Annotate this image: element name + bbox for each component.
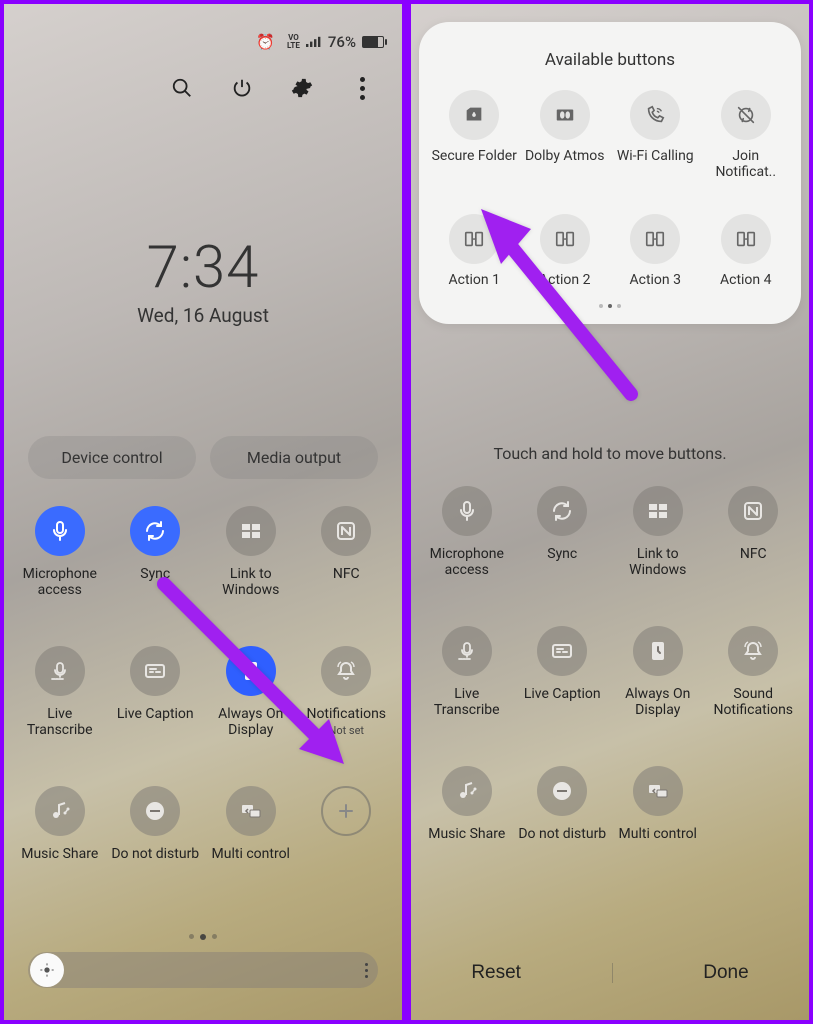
ptile-secure-folder[interactable]: Secure Folder (429, 90, 520, 180)
tile-always-on-display[interactable]: Always On Display (610, 626, 706, 736)
brightness-knob[interactable] (30, 953, 64, 987)
hint-text: Touch and hold to move buttons. (411, 444, 809, 463)
network-icon: VOLTE (287, 34, 300, 50)
tile-music-share[interactable]: Music Share (419, 766, 515, 876)
chip-device-control[interactable]: Device control (28, 436, 196, 479)
tile-always-on-display[interactable]: Always On Display (203, 646, 299, 756)
clock: 7:34 Wed, 16 August (4, 234, 402, 327)
tile-live-caption[interactable]: Live Caption (108, 646, 204, 756)
microphone-icon (442, 486, 492, 536)
power-icon[interactable] (230, 76, 254, 100)
windows-icon (633, 486, 683, 536)
ptile-join-notifications[interactable]: Join Notificat.. (701, 90, 792, 180)
panel-page-indicator (429, 304, 791, 308)
caption-icon (130, 646, 180, 696)
tile-nfc[interactable]: NFC (299, 506, 395, 616)
search-icon[interactable] (170, 76, 194, 100)
join-notif-icon (721, 90, 771, 140)
tile-microphone-access[interactable]: Microphone access (12, 506, 108, 616)
caption-icon (537, 626, 587, 676)
tile-do-not-disturb[interactable]: Do not disturb (515, 766, 611, 876)
phone-quick-settings: ⏰ VOLTE 76% 7:34 Wed, 16 August Device c… (4, 4, 402, 1020)
tile-live-caption[interactable]: Live Caption (515, 626, 611, 736)
chip-media-output[interactable]: Media output (210, 436, 378, 479)
bell-icon (728, 626, 778, 676)
bell-icon (321, 646, 371, 696)
ptile-action-1[interactable]: Action 1 (429, 214, 520, 288)
secure-folder-icon (449, 90, 499, 140)
ptile-action-3[interactable]: Action 3 (610, 214, 701, 288)
tile-link-to-windows[interactable]: Link to Windows (203, 506, 299, 616)
tile-microphone-access[interactable]: Microphone access (419, 486, 515, 596)
available-buttons-panel: Available buttons Secure Folder Dolby At… (419, 22, 801, 324)
tile-sound-notifications[interactable]: Sound Notifications (706, 626, 802, 736)
dolby-icon (540, 90, 590, 140)
ptile-dolby-atmos[interactable]: Dolby Atmos (520, 90, 611, 180)
music-share-icon (35, 786, 85, 836)
music-share-icon (442, 766, 492, 816)
tile-multi-control[interactable]: Multi control (203, 786, 299, 896)
transcribe-icon (35, 646, 85, 696)
transcribe-icon (442, 626, 492, 676)
tile-notifications[interactable]: Notifications Not set (299, 646, 395, 756)
aod-icon (633, 626, 683, 676)
ptile-action-2[interactable]: Action 2 (520, 214, 611, 288)
microphone-icon (35, 506, 85, 556)
aod-icon (226, 646, 276, 696)
nfc-icon (321, 506, 371, 556)
brightness-more-icon[interactable] (365, 963, 368, 978)
action-icon (721, 214, 771, 264)
clock-date: Wed, 16 August (4, 304, 402, 327)
clock-time: 7:34 (4, 234, 402, 302)
qs-grid: Microphone access Sync Link to Windows N… (4, 506, 402, 896)
battery-percent: 76% (328, 33, 356, 51)
tile-multi-control[interactable]: Multi control (610, 766, 706, 876)
multi-control-icon (633, 766, 683, 816)
action-icon (449, 214, 499, 264)
tile-do-not-disturb[interactable]: Do not disturb (108, 786, 204, 896)
tile-sync[interactable]: Sync (515, 486, 611, 596)
edit-footer: Reset Done (411, 952, 809, 994)
sync-icon (130, 506, 180, 556)
tile-nfc[interactable]: NFC (706, 486, 802, 596)
windows-icon (226, 506, 276, 556)
signal-icon (306, 33, 322, 51)
panel-title: Available buttons (429, 50, 791, 70)
qs-chips: Device control Media output (28, 436, 378, 479)
edit-grid: Microphone access Sync Link to Windows N… (411, 486, 809, 876)
overflow-icon[interactable] (350, 76, 374, 100)
done-button[interactable]: Done (673, 952, 778, 994)
tile-link-to-windows[interactable]: Link to Windows (610, 486, 706, 596)
dnd-icon (130, 786, 180, 836)
alarm-icon: ⏰ (256, 33, 275, 51)
ptile-wifi-calling[interactable]: Wi-Fi Calling (610, 90, 701, 180)
nfc-icon (728, 486, 778, 536)
sync-icon (537, 486, 587, 536)
tile-live-transcribe[interactable]: Live Transcribe (12, 646, 108, 756)
ptile-action-4[interactable]: Action 4 (701, 214, 792, 288)
battery-icon (362, 36, 384, 48)
reset-button[interactable]: Reset (441, 952, 551, 994)
panel-grid: Secure Folder Dolby Atmos Wi-Fi Calling … (429, 90, 791, 288)
tile-live-transcribe[interactable]: Live Transcribe (419, 626, 515, 736)
action-icon (540, 214, 590, 264)
tile-add[interactable] (299, 786, 395, 896)
status-bar: ⏰ VOLTE 76% (256, 32, 384, 52)
gear-icon[interactable] (290, 76, 314, 100)
tile-sync[interactable]: Sync (108, 506, 204, 616)
action-icon (630, 214, 680, 264)
qs-toolbar (170, 76, 374, 100)
multi-control-icon (226, 786, 276, 836)
wifi-calling-icon (630, 90, 680, 140)
plus-icon (321, 786, 371, 836)
tile-music-share[interactable]: Music Share (12, 786, 108, 896)
page-indicator (4, 934, 402, 940)
separator (612, 963, 613, 983)
dnd-icon (537, 766, 587, 816)
phone-edit-buttons: Available buttons Secure Folder Dolby At… (411, 4, 809, 1020)
brightness-slider[interactable] (28, 952, 378, 988)
